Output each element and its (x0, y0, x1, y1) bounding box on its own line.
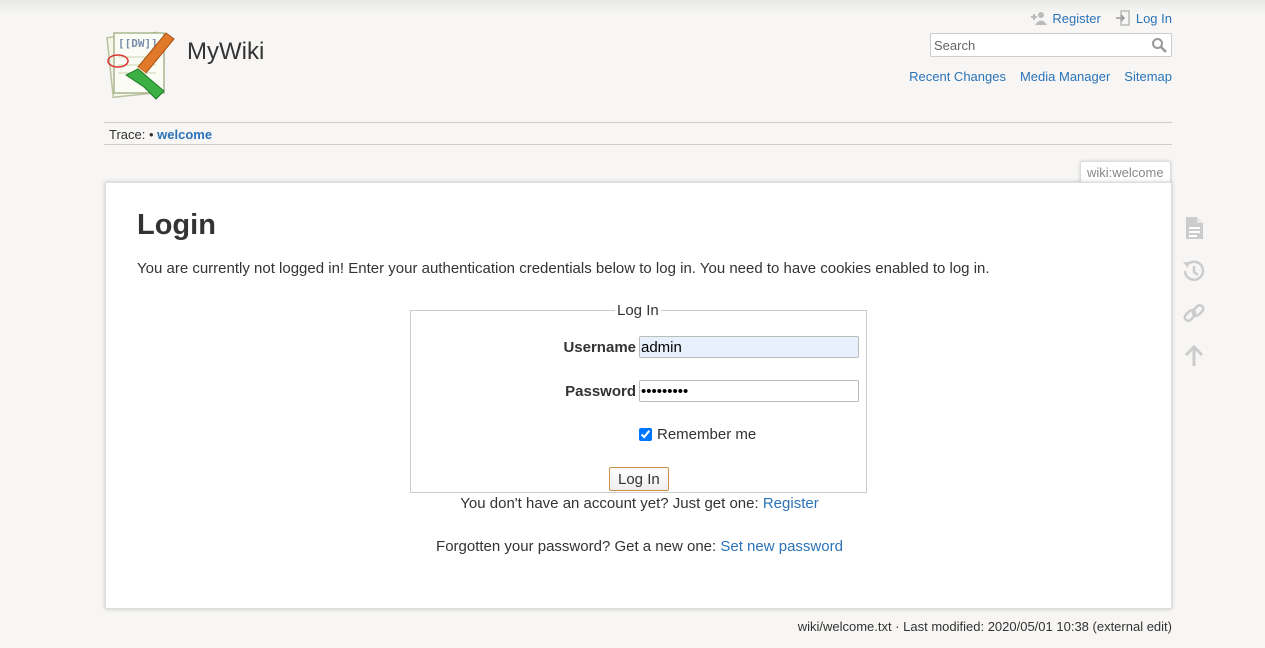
breadcrumb-welcome-link[interactable]: welcome (157, 127, 212, 142)
login-label: Log In (1135, 10, 1172, 26)
svg-text:[[DW]]: [[DW]] (118, 37, 158, 50)
username-label: Username (563, 339, 636, 356)
recent-changes-link[interactable]: Recent Changes (909, 69, 1006, 84)
back-to-top-icon[interactable] (1180, 342, 1208, 370)
login-button[interactable]: Log In (609, 467, 669, 491)
remember-me[interactable]: Remember me (639, 426, 756, 443)
login-form-legend: Log In (617, 302, 659, 319)
doc-info: wiki/welcome.txt · Last modified: 2020/0… (797, 619, 1172, 634)
user-tools: Register Log In (1031, 10, 1172, 26)
login-form: Log In Username Password Remember me Log… (410, 302, 867, 493)
old-revisions-icon[interactable] (1180, 257, 1208, 285)
reset-password-note: Forgotten your password? Get a new one: … (106, 538, 1173, 555)
register-label: Register (1052, 10, 1101, 26)
search-box (930, 33, 1172, 57)
site-title[interactable]: MyWiki (187, 38, 264, 66)
remember-me-checkbox[interactable] (639, 428, 652, 441)
reset-password-text: Forgotten your password? Get a new one: (436, 538, 717, 555)
login-intro-text: You are currently not logged in! Enter y… (137, 260, 990, 277)
username-field[interactable] (639, 336, 859, 358)
add-user-icon (1031, 12, 1048, 25)
login-link[interactable]: Log In (1115, 10, 1172, 26)
register-note-text: You don't have an account yet? Just get … (460, 495, 759, 512)
set-new-password-link[interactable]: Set new password (720, 538, 843, 555)
page-id: wiki:welcome (1080, 161, 1171, 184)
password-field[interactable] (639, 380, 859, 402)
register-note: You don't have an account yet? Just get … (106, 495, 1173, 512)
login-icon (1115, 10, 1130, 26)
search-input[interactable] (931, 34, 1147, 56)
page-title: Login (137, 209, 216, 241)
breadcrumb: Trace: • welcome (104, 122, 1172, 145)
breadcrumb-separator: • (148, 127, 154, 142)
remember-me-label: Remember me (657, 426, 757, 443)
breadcrumb-label: Trace: (109, 127, 146, 142)
register-link[interactable]: Register (1031, 10, 1101, 26)
search-icon[interactable] (1151, 37, 1167, 53)
site-tools: Recent Changes Media Manager Sitemap (909, 69, 1172, 84)
dokuwiki-logo-icon[interactable]: [[DW]] (104, 27, 178, 101)
register-note-link[interactable]: Register (763, 495, 819, 512)
media-manager-link[interactable]: Media Manager (1020, 69, 1110, 84)
show-page-icon[interactable] (1180, 214, 1208, 242)
sitemap-link[interactable]: Sitemap (1124, 69, 1172, 84)
page-content: Login You are currently not logged in! E… (105, 182, 1172, 609)
backlinks-icon[interactable] (1180, 300, 1208, 328)
password-label: Password (565, 383, 636, 400)
